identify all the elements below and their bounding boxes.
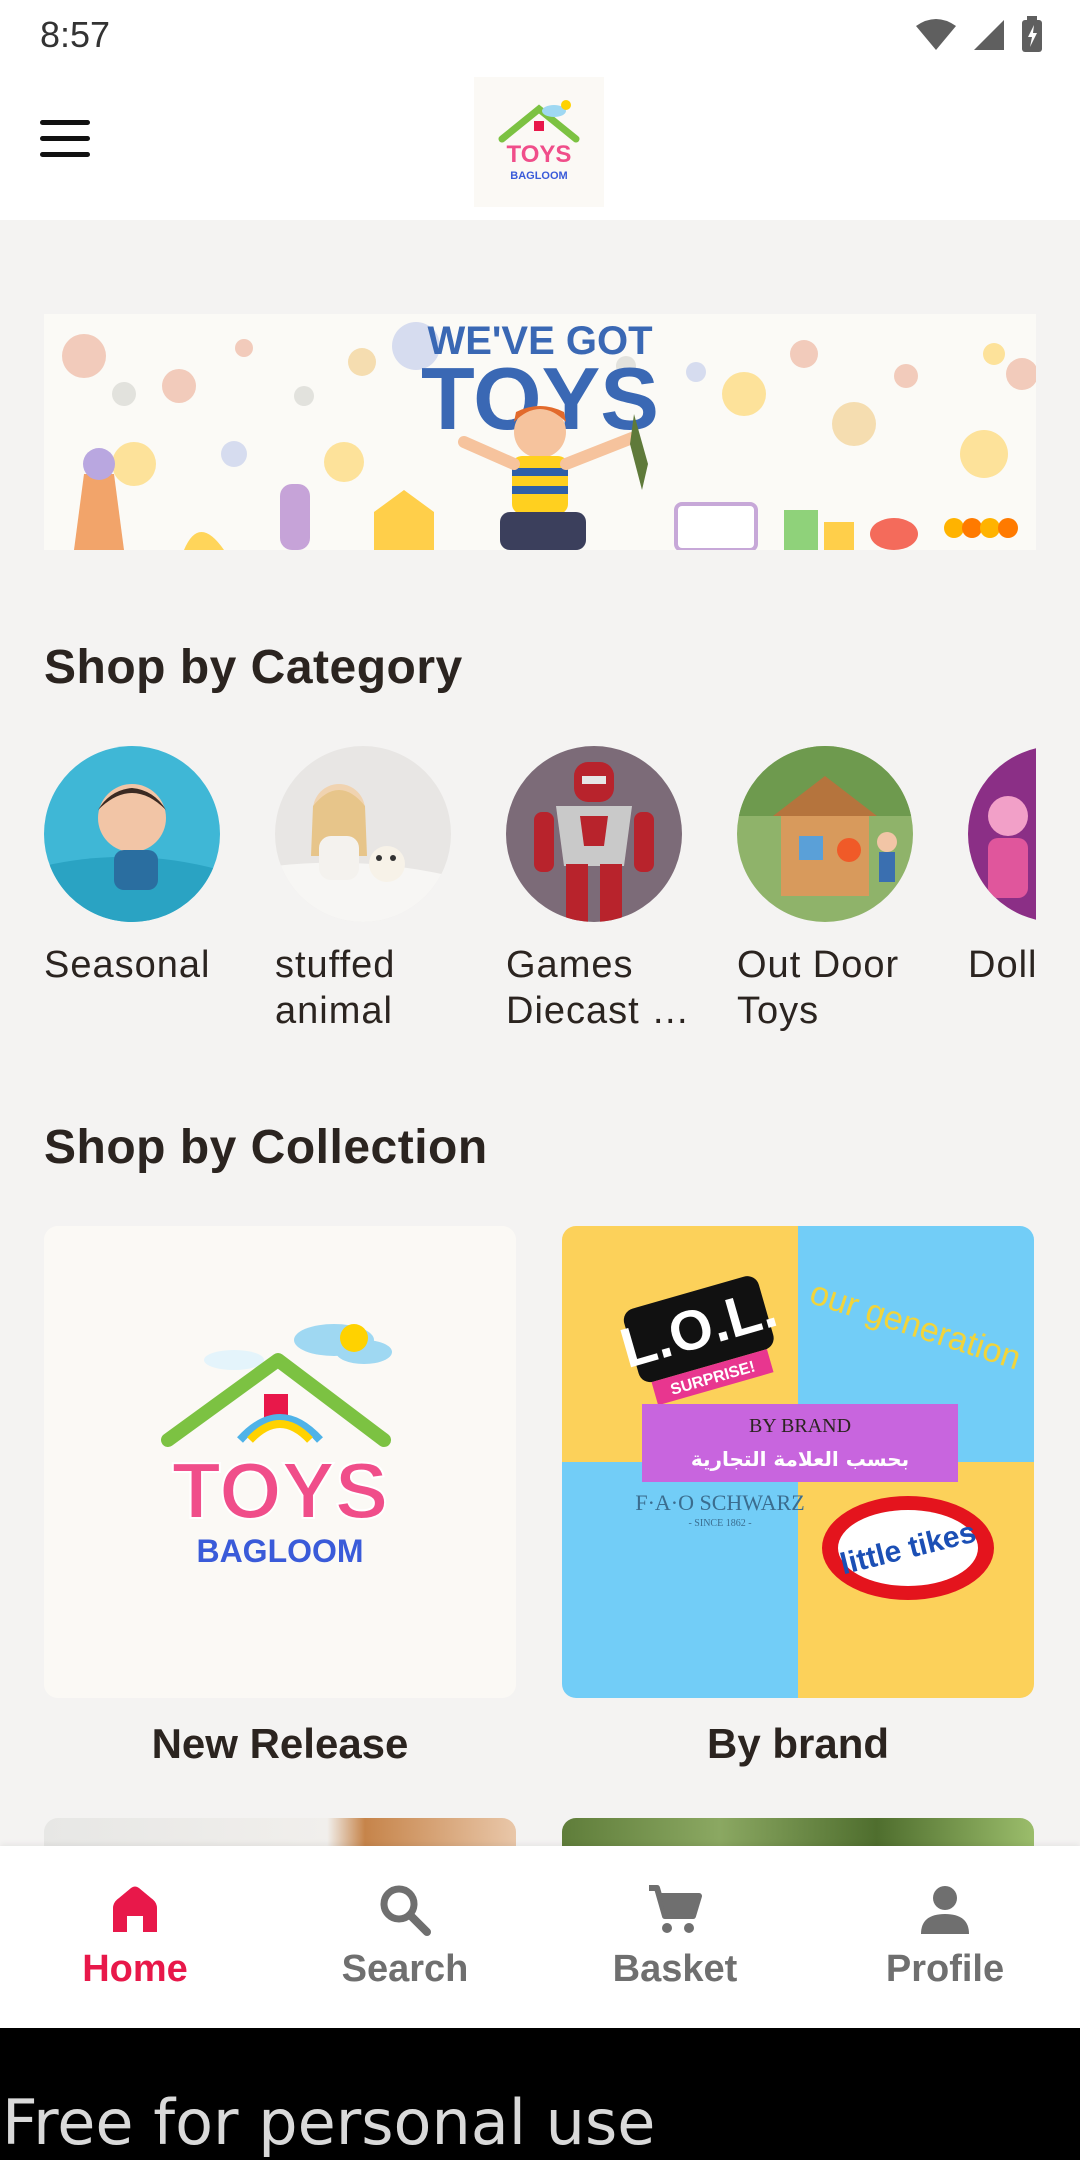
collection-label: New Release: [151, 1720, 409, 1767]
status-bar: 8:57: [0, 0, 1080, 72]
nav-profile-label: Profile: [885, 1948, 1005, 1990]
nav-profile[interactable]: Profile: [810, 1880, 1080, 1991]
category-item-games-diecast[interactable]: Games Diecast …: [506, 746, 689, 1034]
category-section-title: Shop by Category: [44, 641, 463, 694]
nav-search-label: Search: [341, 1948, 469, 1990]
brand-logo[interactable]: TOYS BAGLOOM: [474, 77, 604, 207]
category-carousel[interactable]: Seasonal stuffed animal Games Diecast … …: [44, 746, 1036, 1046]
collection-logo-title: TOYS: [172, 1446, 388, 1535]
home-icon: [113, 1886, 157, 1932]
collection-thumb: L.O.L. SURPRISE! our generation BY BRAND…: [562, 1226, 1034, 1698]
menu-icon: [40, 120, 90, 125]
footer-watermark: Free for personal use: [2, 2086, 656, 2159]
category-thumb: [506, 746, 682, 922]
collection-section-title: Shop by Collection: [44, 1121, 488, 1174]
fao-schwarz-brand-logo: F·A·O SCHWARZ: [635, 1490, 804, 1515]
status-icons: [914, 16, 1044, 54]
by-brand-badge-ar: بحسب العلامة التجارية: [691, 1447, 909, 1471]
wifi-icon: [916, 19, 956, 50]
by-brand-badge-en: BY BRAND: [749, 1415, 851, 1437]
collection-logo-subtitle: BAGLOOM: [196, 1533, 363, 1569]
search-icon: [380, 1885, 431, 1936]
category-item-doll[interactable]: Doll: [968, 746, 1036, 988]
logo-title: TOYS: [507, 141, 572, 168]
category-label: stuffed animal: [275, 944, 396, 1032]
battery-icon: [1022, 16, 1042, 52]
fao-schwarz-brand-sub: - SINCE 1862 -: [688, 1518, 751, 1529]
nav-home-label: Home: [82, 1948, 188, 1990]
category-label: Doll: [968, 944, 1036, 986]
app-screen: 8:57 TOYS BAGLOOM WE'VE GOT TOYS Shop by…: [0, 0, 1080, 2160]
house-logo-icon: TOYS BAGLOOM: [498, 100, 580, 182]
profile-icon: [921, 1886, 969, 1934]
collection-card-new-release[interactable]: TOYS BAGLOOM New Release: [44, 1226, 516, 1768]
category-label: Out Door Toys: [737, 944, 900, 1032]
nav-search[interactable]: Search: [270, 1880, 540, 1991]
category-item-stuffed-animal[interactable]: stuffed animal: [275, 746, 451, 1034]
nav-basket-label: Basket: [612, 1948, 738, 1990]
category-label: Seasonal: [44, 944, 211, 986]
promo-banner[interactable]: WE'VE GOT TOYS: [44, 314, 1036, 550]
nav-basket[interactable]: Basket: [540, 1880, 810, 1991]
collection-card-by-brand[interactable]: L.O.L. SURPRISE! our generation BY BRAND…: [562, 1226, 1034, 1768]
collection-label: By brand: [706, 1720, 890, 1767]
category-label: Games Diecast …: [506, 944, 691, 1032]
collection-thumb: TOYS BAGLOOM: [44, 1226, 516, 1698]
category-thumb: [968, 746, 1036, 922]
banner-art: WE'VE GOT TOYS: [44, 314, 1036, 550]
nav-home[interactable]: Home: [0, 1880, 270, 1991]
category-item-outdoor-toys[interactable]: Out Door Toys: [737, 746, 913, 1034]
bottom-navigation: Home Search Basket Profile: [0, 1846, 1080, 2028]
status-time: 8:57: [40, 14, 111, 55]
category-item-seasonal[interactable]: Seasonal: [44, 746, 220, 988]
menu-button[interactable]: [40, 120, 102, 172]
cart-icon: [649, 1885, 702, 1933]
category-thumb: [44, 746, 220, 922]
category-thumb: [275, 746, 451, 922]
logo-subtitle: BAGLOOM: [510, 170, 567, 182]
category-thumb: [737, 746, 913, 922]
cellular-signal-icon: [974, 20, 1004, 50]
app-bar: TOYS BAGLOOM: [0, 72, 1080, 220]
